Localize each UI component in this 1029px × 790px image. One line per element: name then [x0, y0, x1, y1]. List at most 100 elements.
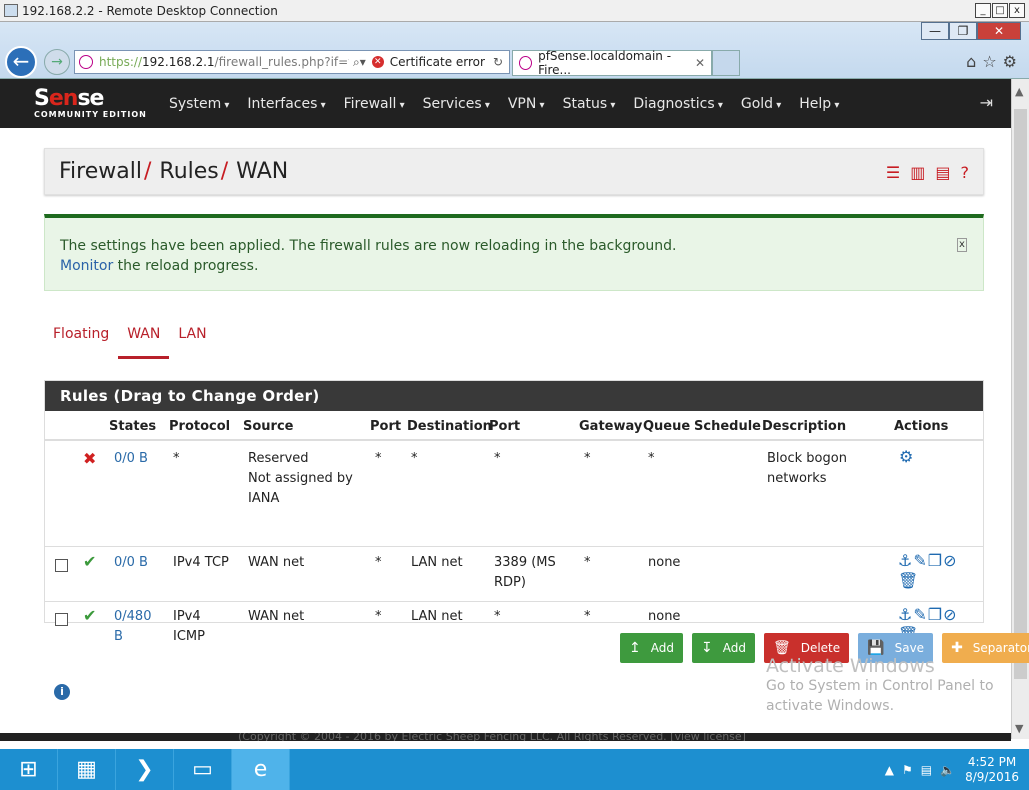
remote-desktop-icon: [4, 4, 18, 17]
show-hidden-icons-icon[interactable]: ▲: [885, 763, 894, 777]
interface-tabs: Floating WAN LAN: [44, 320, 216, 359]
clock[interactable]: 4:52 PM 8/9/2016: [965, 755, 1019, 785]
alert-line-2: Monitor the reload progress.: [60, 258, 259, 274]
browser-chrome: — ❐ ✕ ← → https://192.168.2.1/firewall_r…: [0, 22, 1029, 79]
menu-services[interactable]: Services: [414, 96, 499, 112]
tab-floating[interactable]: Floating: [44, 320, 118, 359]
add-rule-top-button[interactable]: ↥ Add: [620, 633, 683, 663]
internet-explorer-button[interactable]: e: [232, 749, 290, 790]
rules-panel-title: Rules (Drag to Change Order): [45, 381, 983, 411]
states-link[interactable]: 0/0 B: [114, 449, 148, 469]
scroll-up-icon[interactable]: ▲: [1015, 85, 1023, 98]
menu-firewall[interactable]: Firewall: [335, 96, 414, 112]
trash-icon[interactable]: 🗑: [898, 571, 919, 590]
sliders-icon[interactable]: ☰: [886, 163, 900, 182]
menu-vpn[interactable]: VPN: [499, 96, 554, 112]
breadcrumb-rules[interactable]: Rules: [159, 159, 218, 184]
monitor-link[interactable]: Monitor: [60, 258, 113, 274]
home-icon[interactable]: ⌂: [966, 52, 976, 71]
menu-help[interactable]: Help: [790, 96, 848, 112]
add-rule-bottom-button[interactable]: ↧ Add: [691, 633, 755, 663]
row-source-port: *: [375, 451, 382, 466]
row-source-port: *: [375, 609, 382, 624]
certificate-error-label[interactable]: Certificate error: [390, 55, 485, 69]
info-icon[interactable]: i: [54, 684, 70, 700]
network-icon[interactable]: ▤: [921, 763, 932, 777]
plus-icon: ✚: [951, 640, 963, 656]
watermark-title: Activate Windows: [766, 655, 935, 677]
tab-lan[interactable]: LAN: [169, 320, 215, 359]
browser-window-controls: — ❐ ✕: [921, 22, 1021, 40]
favorites-star-icon[interactable]: ☆: [982, 52, 996, 71]
col-gateway: Gateway: [579, 419, 643, 434]
menu-status[interactable]: Status: [554, 96, 625, 112]
powershell-button[interactable]: ❯: [116, 749, 174, 790]
browser-restore-icon[interactable]: ❐: [949, 22, 977, 40]
copy-icon[interactable]: ❐: [928, 551, 943, 570]
copy-icon[interactable]: ❐: [928, 605, 943, 624]
alert-close-icon[interactable]: x: [957, 238, 967, 252]
new-tab-button[interactable]: [712, 50, 740, 76]
minimize-icon[interactable]: _: [975, 3, 991, 18]
states-link[interactable]: 0/480 B: [114, 607, 151, 647]
start-button[interactable]: ⊞: [0, 749, 58, 790]
menu-gold[interactable]: Gold: [732, 96, 790, 112]
success-alert: The settings have been applied. The fire…: [44, 214, 984, 291]
close-icon[interactable]: x: [1009, 3, 1025, 18]
browser-tab[interactable]: pfSense.localdomain - Fire... ✕: [512, 49, 712, 77]
back-button[interactable]: ←: [5, 46, 37, 78]
rules-panel: Rules (Drag to Change Order) States Prot…: [44, 380, 984, 644]
row-select-checkbox[interactable]: [55, 555, 68, 572]
disable-icon[interactable]: ⊘: [943, 605, 957, 624]
pencil-icon[interactable]: ✎: [913, 551, 927, 570]
scroll-down-icon[interactable]: ▼: [1015, 722, 1023, 735]
table-icon[interactable]: ▤: [935, 163, 950, 182]
volume-icon[interactable]: 🔈: [940, 763, 955, 777]
help-icon[interactable]: ?: [961, 163, 970, 182]
save-icon: 💾: [867, 640, 885, 656]
pencil-icon[interactable]: ✎: [913, 605, 927, 624]
menu-system[interactable]: System: [160, 96, 238, 112]
breadcrumb: Firewall / Rules / WAN ☰ ▥ ▤ ?: [44, 148, 984, 195]
table-header-row: States Protocol Source Port Destination …: [45, 417, 983, 441]
scroll-thumb[interactable]: [1014, 109, 1027, 679]
page-content: Firewall / Rules / WAN ☰ ▥ ▤ ? The setting…: [0, 128, 1029, 741]
row-gateway: *: [584, 555, 591, 570]
states-link[interactable]: 0/0 B: [114, 553, 148, 573]
pfsense-logo[interactable]: Sense COMMUNITY EDITION: [0, 88, 160, 120]
tab-close-icon[interactable]: ✕: [695, 56, 705, 70]
windows-taskbar: ⊞ ▦ ❯ ▭ e ▲ ⚑ ▤ 🔈 4:52 PM 8/9/2016: [0, 749, 1029, 790]
refresh-icon[interactable]: ↻: [493, 55, 503, 69]
row-gateway: *: [584, 451, 591, 466]
gear-icon[interactable]: ⚙: [899, 447, 913, 467]
anchor-icon[interactable]: ⚓: [898, 605, 913, 624]
maximize-icon[interactable]: □: [992, 3, 1008, 18]
row-select-checkbox[interactable]: [55, 609, 68, 626]
table-row[interactable]: ✔ 0/0 B IPv4 TCP WAN net * LAN net 3389 …: [45, 547, 983, 602]
address-bar[interactable]: https://192.168.2.1/firewall_rules.php?i…: [74, 50, 510, 74]
anchor-icon[interactable]: ⚓: [898, 551, 913, 570]
action-center-icon[interactable]: ⚑: [902, 763, 913, 777]
browser-close-icon[interactable]: ✕: [977, 22, 1021, 40]
breadcrumb-firewall[interactable]: Firewall: [59, 159, 142, 184]
row-dest-port: 3389 (MS RDP): [494, 555, 556, 590]
url-text[interactable]: https://192.168.2.1/firewall_rules.php?i…: [99, 55, 349, 69]
bar-chart-icon[interactable]: ▥: [910, 163, 925, 182]
row-action-icons[interactable]: ⚓✎❐⊘ 🗑: [898, 551, 958, 591]
tab-favicon-icon: [519, 56, 533, 70]
menu-interfaces[interactable]: Interfaces: [238, 96, 334, 112]
file-explorer-button[interactable]: ▭: [174, 749, 232, 790]
server-manager-button[interactable]: ▦: [58, 749, 116, 790]
tools-gear-icon[interactable]: ⚙: [1003, 52, 1017, 71]
menu-diagnostics[interactable]: Diagnostics: [624, 96, 731, 112]
disable-icon[interactable]: ⊘: [943, 551, 957, 570]
browser-minimize-icon[interactable]: —: [921, 22, 949, 40]
row-queue: none: [648, 609, 681, 624]
search-icon[interactable]: ⌕▾: [353, 55, 366, 70]
tab-wan[interactable]: WAN: [118, 320, 170, 359]
logout-icon[interactable]: ⇥: [980, 93, 993, 112]
table-row[interactable]: ✖ 0/0 B * Reserved Not assigned by IANA …: [45, 443, 983, 547]
certificate-error-icon[interactable]: ✕: [371, 56, 384, 68]
forward-button[interactable]: →: [44, 49, 70, 75]
watermark-line-2: Go to System in Control Panel to: [766, 678, 994, 694]
